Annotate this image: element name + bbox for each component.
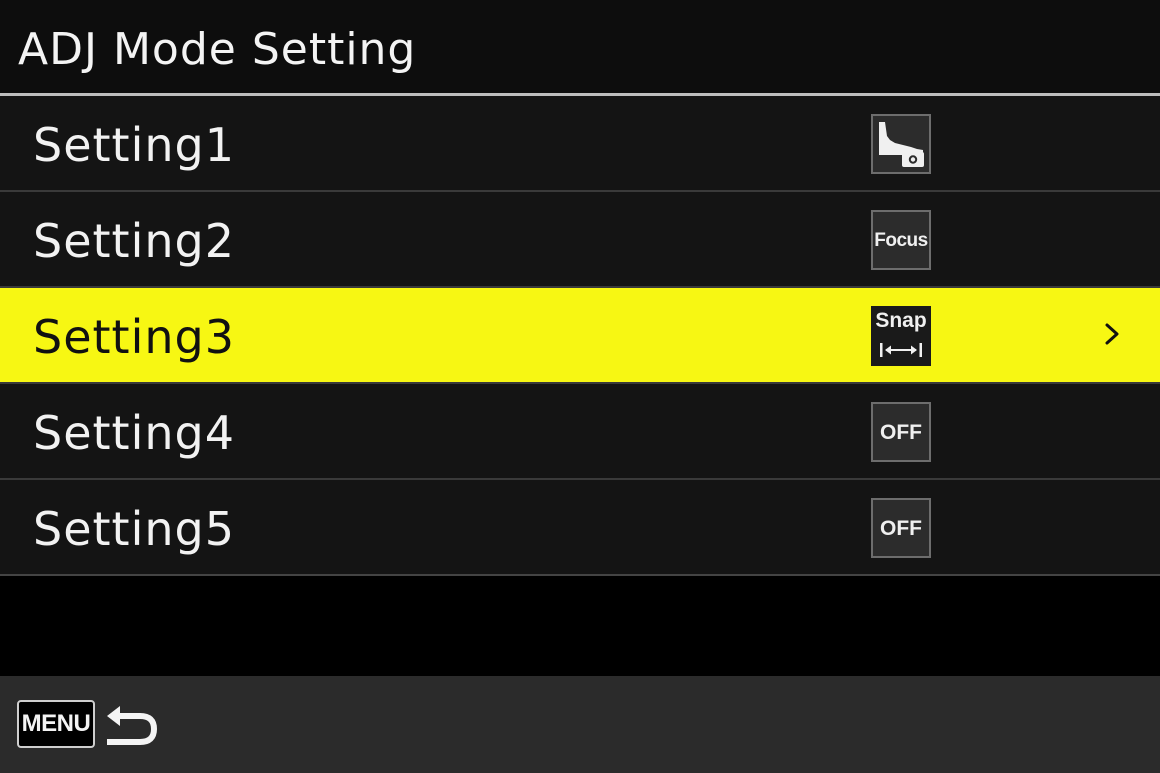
menu-item-setting4[interactable]: Setting4 OFF (0, 384, 1160, 478)
menu-item-setting2[interactable]: Setting2 Focus (0, 192, 1160, 286)
menu-item-setting3[interactable]: Setting3 Snap (0, 288, 1160, 382)
header: ADJ Mode Setting (0, 0, 1160, 94)
menu-item-label: Setting1 (33, 118, 235, 172)
off-icon: OFF (871, 402, 931, 462)
menu-item-label: Setting5 (33, 502, 235, 556)
off-icon-text: OFF (880, 421, 922, 444)
menu-item-label: Setting4 (33, 406, 235, 460)
footer-bar: MENU (0, 676, 1160, 773)
snap-icon-text: Snap (875, 309, 927, 332)
menu-item-label: Setting2 (33, 214, 235, 268)
snap-distance-icon: Snap (871, 306, 931, 366)
off-icon-text: OFF (880, 517, 922, 540)
row-divider (0, 574, 1160, 576)
chevron-right-icon (1105, 323, 1119, 345)
settings-menu-list: Setting1 Setting2 Focus Setting3 Snap Se… (0, 96, 1160, 578)
focus-icon-text: Focus (874, 230, 928, 251)
page-title: ADJ Mode Setting (18, 24, 417, 75)
menu-item-setting1[interactable]: Setting1 (0, 96, 1160, 190)
off-icon: OFF (871, 498, 931, 558)
range-arrow-icon (880, 343, 922, 357)
menu-item-setting5[interactable]: Setting5 OFF (0, 480, 1160, 574)
menu-item-label: Setting3 (33, 310, 235, 364)
histogram-camera-icon (871, 114, 931, 174)
menu-button[interactable]: MENU (17, 700, 95, 748)
focus-icon: Focus (871, 210, 931, 270)
histogram-camera-glyph (879, 122, 924, 167)
adj-mode-setting-screen: ADJ Mode Setting Setting1 Setting2 Focus (0, 0, 1160, 773)
return-arrow-icon[interactable] (100, 700, 162, 750)
